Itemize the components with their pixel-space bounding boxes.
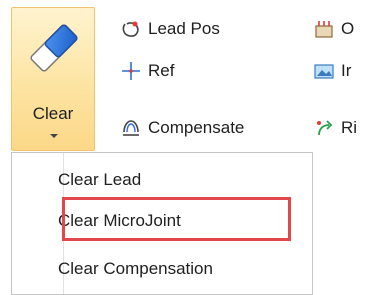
ref-label: Ref (148, 61, 175, 80)
ri-button[interactable]: Ri (313, 111, 357, 145)
lead-pos-button[interactable]: Lead Pos (120, 12, 220, 46)
menu-item-clear-lead[interactable]: Clear Lead (58, 160, 141, 200)
lead-pos-label: Lead Pos (148, 19, 220, 38)
o-button[interactable]: O (313, 12, 354, 46)
chevron-down-icon (50, 134, 58, 138)
menu-item-clear-compensation[interactable]: Clear Compensation (58, 249, 213, 289)
ir-button[interactable]: Ir (313, 54, 351, 88)
o-label: O (341, 19, 355, 38)
lead-pos-icon (122, 21, 139, 37)
ref-button[interactable]: Ref (120, 54, 174, 88)
highlight-annotation-box (62, 197, 291, 241)
clear-button-label: Clear (32, 104, 74, 123)
crosshair-icon (122, 62, 140, 80)
compensate-button[interactable]: Compensate (120, 111, 244, 145)
reverse-arrows-icon (317, 120, 333, 136)
eraser-icon (30, 24, 78, 72)
ir-label: Ir (341, 61, 352, 80)
compensate-icon (123, 120, 139, 136)
building-icon (315, 21, 333, 38)
clear-button[interactable]: Clear (11, 7, 95, 151)
menu-icon-gutter (12, 153, 64, 294)
image-icon (314, 64, 334, 79)
ri-label: Ri (341, 118, 358, 137)
compensate-label: Compensate (148, 118, 245, 137)
